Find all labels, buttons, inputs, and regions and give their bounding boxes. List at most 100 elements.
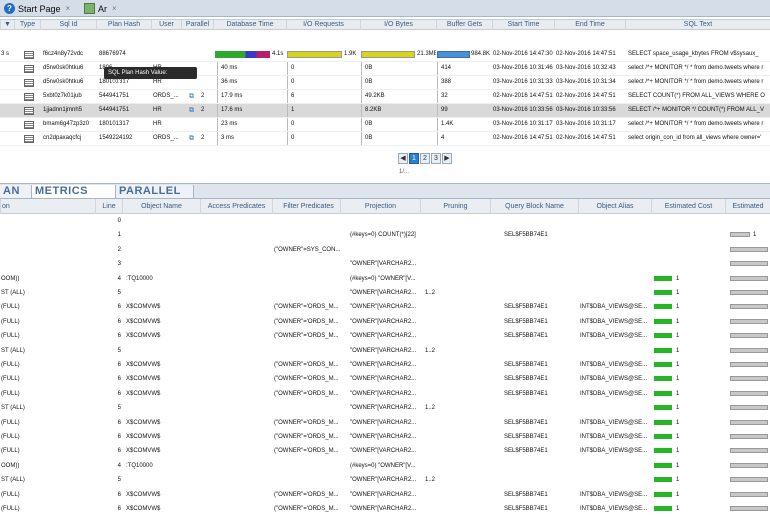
plan-row[interactable]: OOM)) 4:TQ10000 (#keys=0) "OWNER"[V... 1 bbox=[0, 272, 770, 287]
access-predicates bbox=[203, 214, 272, 228]
page-3-button[interactable]: 3 bbox=[431, 153, 441, 164]
tab-start-page[interactable]: ? Start Page × bbox=[2, 1, 70, 16]
tab-parallel[interactable]: PARALLEL bbox=[116, 185, 194, 198]
column-header-object-alias[interactable]: Object Alias bbox=[578, 199, 651, 214]
query-block-name: SEL$F5BB74E1 bbox=[504, 434, 548, 440]
pruning bbox=[425, 300, 489, 314]
column-header-database-time[interactable]: Database Time bbox=[213, 20, 286, 30]
plan-row[interactable]: ST (ALL) 5 "OWNER"[VARCHAR2... 1..2 1 bbox=[0, 401, 770, 416]
column-header-query-block-name[interactable]: Query Block Name bbox=[490, 199, 578, 214]
column-header-filter-predicates[interactable]: Filter Predicates bbox=[272, 199, 344, 214]
plan-row[interactable]: (FULL) 6 X$COMVW$ ("OWNER"='ORDS_M... "OWNER… bbox=[0, 315, 770, 330]
column-header-sql-id[interactable]: Sql Id bbox=[40, 20, 96, 30]
column-header-access-predicates[interactable]: Access Predicates bbox=[200, 199, 272, 214]
tab-plan[interactable]: AN bbox=[0, 185, 32, 198]
page-1-button[interactable]: 1 bbox=[409, 153, 419, 164]
plan-row[interactable]: OOM)) 4:TQ10000 (#keys=0) "OWNER"[V... 1 bbox=[0, 459, 770, 474]
plan-row[interactable]: (FULL) 6 X$COMVW$ ("OWNER"='ORDS_M... "OWNER… bbox=[0, 329, 770, 344]
plan-row[interactable]: 3 "OWNER"[VARCHAR2... bbox=[0, 257, 770, 272]
io-requests-value: 1.9K bbox=[344, 51, 357, 57]
close-icon[interactable]: × bbox=[112, 4, 117, 13]
column-header-pruning[interactable]: Pruning bbox=[420, 199, 490, 214]
next-page-button[interactable]: ▶ bbox=[442, 153, 452, 164]
column-header-start-time[interactable]: Start Time bbox=[492, 20, 554, 30]
plan-row[interactable]: (FULL) 6 X$COMVW$ ("OWNER"='ORDS_M... "OWNER… bbox=[0, 358, 770, 373]
prev-page-button[interactable]: ◀ bbox=[398, 153, 408, 164]
column-header-user[interactable]: User bbox=[151, 20, 181, 30]
projection: "OWNER"[VARCHAR2... bbox=[350, 362, 417, 368]
close-icon[interactable]: × bbox=[66, 4, 71, 13]
plan-row[interactable]: (FULL) 6 X$COMVW$ ("OWNER"='ORDS_M... "OWNER… bbox=[0, 416, 770, 431]
operation: OOM)) bbox=[1, 275, 20, 282]
column-header-line[interactable]: Line bbox=[95, 199, 122, 214]
operation: (FULL) bbox=[1, 333, 20, 340]
column-header-io-bytes[interactable]: I/O Bytes bbox=[360, 20, 436, 30]
plan-row[interactable]: (FULL) 6 X$COMVW$ ("OWNER"='ORDS_M... "OWNER… bbox=[0, 430, 770, 445]
parallel-degree: 2 bbox=[201, 135, 205, 141]
page-2-button[interactable]: 2 bbox=[420, 153, 430, 164]
sql-row[interactable]: bmam6g47zp3z0 180101317 HR 23 ms 0 0B 1.4K 03-N… bbox=[0, 118, 770, 132]
operation bbox=[1, 243, 95, 257]
estimated-cost-bar bbox=[654, 506, 672, 511]
plan-row[interactable]: 2 ("OWNER"=SYS_CON... bbox=[0, 243, 770, 258]
plan-row[interactable]: (FULL) 6 X$COMVW$ ("OWNER"='ORDS_M... "OWNER… bbox=[0, 502, 770, 517]
projection bbox=[350, 243, 420, 257]
parallel-icon: ⧉ bbox=[189, 93, 194, 100]
sql-row[interactable]: 1jjadnn1jmnh5 544941751 HR ⧉ 2 17.6 ms 1 8.2KB 9… bbox=[0, 104, 770, 118]
tab-metrics[interactable]: METRICS bbox=[32, 185, 116, 198]
estimated-bar bbox=[730, 390, 768, 396]
column-header-io-requests[interactable]: I/O Requests bbox=[286, 20, 360, 30]
estimated-cost: 1 bbox=[676, 347, 680, 354]
sql-row[interactable]: 3 s f6cz4n8y72vdc 88676974 02-Nov-2016 14:4… bbox=[0, 48, 770, 62]
operation: (FULL) bbox=[1, 434, 20, 440]
column-header-end-time[interactable]: End Time bbox=[554, 20, 625, 30]
object-alias bbox=[580, 459, 652, 473]
query-block-name bbox=[504, 459, 578, 473]
plan-row[interactable]: (FULL) 6 X$COMVW$ ("OWNER"='ORDS_M... "OWNER… bbox=[0, 488, 770, 503]
sql-type-icon bbox=[24, 79, 34, 87]
operation: OOM)) bbox=[1, 462, 20, 469]
column-header-sql-text[interactable]: SQL Text bbox=[625, 20, 770, 30]
plan-row[interactable]: ST (ALL) 5 "OWNER"[VARCHAR2... 1..2 1 bbox=[0, 344, 770, 359]
column-header-buffer-gets[interactable]: Buffer Gets bbox=[436, 20, 492, 30]
plan-row[interactable]: ST (ALL) 5 "OWNER"[VARCHAR2... 1..2 1 bbox=[0, 473, 770, 488]
access-predicates bbox=[203, 329, 272, 343]
column-header-plan-hash[interactable]: Plan Hash bbox=[96, 20, 151, 30]
database-time-value: 4.1s bbox=[272, 51, 284, 57]
plan-row[interactable]: ST (ALL) 5 "OWNER"[VARCHAR2... 1..2 1 bbox=[0, 286, 770, 301]
buffer-gets: 388 bbox=[437, 76, 491, 89]
object-name bbox=[126, 228, 200, 242]
query-block-name bbox=[504, 243, 578, 257]
line: 4 bbox=[117, 462, 121, 469]
plan-row[interactable]: (FULL) 6 X$COMVW$ ("OWNER"='ORDS_M... "OWNER… bbox=[0, 372, 770, 387]
column-header-parallel[interactable]: Parallel bbox=[181, 20, 213, 30]
sql-row[interactable]: cn2dpaxaqcfcj 1549224192 ORDS_... ⧉ 2 3 ms 0 0B… bbox=[0, 132, 770, 146]
plan-row[interactable]: 0 bbox=[0, 214, 770, 229]
plan-row[interactable]: (FULL) 6 X$COMVW$ ("OWNER"='ORDS_M... "OWNER… bbox=[0, 444, 770, 459]
sql-id: f6cz4n8y72vdc bbox=[43, 51, 84, 57]
projection: "OWNER"[VARCHAR2... bbox=[350, 290, 417, 296]
sql-row[interactable]: 5xbt0z7k01jub 544941751 ORDS_... ⧉ 2 17.9 ms 6… bbox=[0, 90, 770, 104]
line: 0 bbox=[117, 218, 121, 224]
detail-tab-bar: AN METRICS PARALLEL bbox=[0, 183, 770, 199]
estimated-bar bbox=[730, 232, 750, 238]
plan-row[interactable]: 1 (#keys=0) COUNT(*)[22] SEL$F5BB74E1 1 bbox=[0, 228, 770, 243]
column-header-projection[interactable]: Projection bbox=[340, 199, 420, 214]
plan-row[interactable]: (FULL) 6 X$COMVW$ ("OWNER"='ORDS_M... "OWNER… bbox=[0, 387, 770, 402]
buffer-gets: 32 bbox=[437, 90, 491, 103]
plan-row[interactable]: (FULL) 6 X$COMVW$ ("OWNER"='ORDS_M... "OWNER… bbox=[0, 300, 770, 315]
duration bbox=[0, 76, 14, 89]
pruning bbox=[425, 214, 489, 228]
column-header-estimated-cost[interactable]: Estimated Cost bbox=[651, 199, 725, 214]
column-header-operation[interactable]: on bbox=[0, 199, 95, 214]
estimated-cost: 1 bbox=[676, 477, 680, 484]
start-time: 02-Nov-2016 14:47:30 bbox=[493, 51, 553, 57]
access-predicates bbox=[203, 358, 272, 372]
sql-text: SELECT space_usage_kbytes FROM v$sysaux_ bbox=[628, 51, 759, 57]
column-header-estimated[interactable]: Estimated bbox=[725, 199, 770, 214]
column-header-type[interactable]: Type bbox=[14, 20, 40, 30]
column-header-sort[interactable]: ▼ bbox=[0, 20, 14, 30]
tab-ar[interactable]: Ar × bbox=[82, 1, 117, 16]
column-header-object-name[interactable]: Object Name bbox=[122, 199, 200, 214]
pruning: 1..2 bbox=[425, 347, 436, 354]
